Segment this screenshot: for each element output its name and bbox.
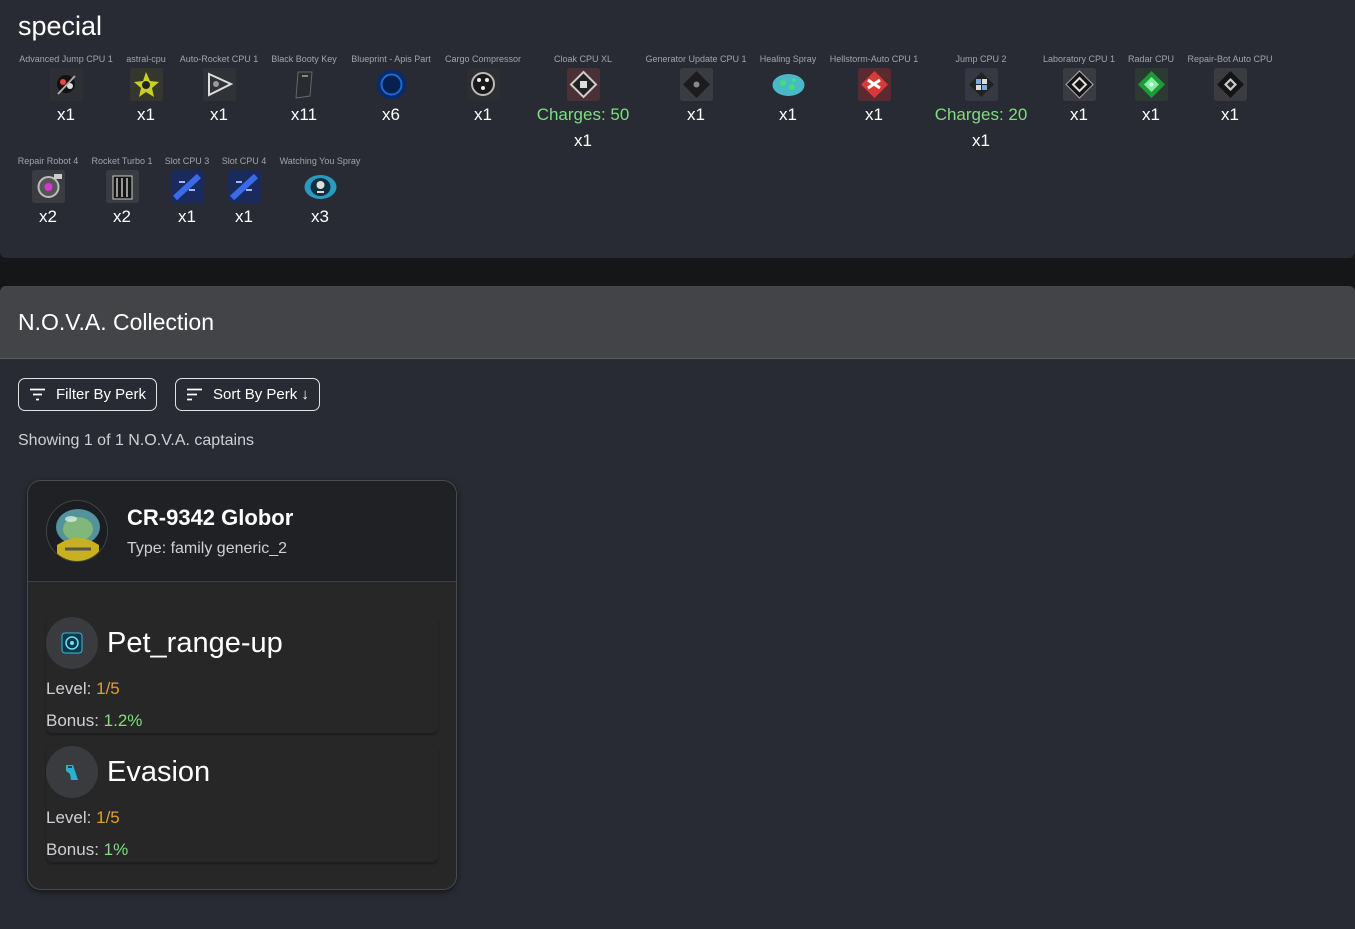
cargo-compressor-icon <box>466 68 500 101</box>
showing-count-text: Showing 1 of 1 N.O.V.A. captains <box>18 432 254 449</box>
nova-collection-panel: N.O.V.A. Collection Filter By Perk Sort … <box>0 286 1355 929</box>
filter-by-perk-button[interactable]: Filter By Perk <box>18 378 158 411</box>
item-quantity: x6 <box>382 105 400 124</box>
repair-robot-icon <box>31 170 65 203</box>
inventory-item[interactable]: Watching You Spray x3 <box>260 156 380 228</box>
item-quantity: x1 <box>574 131 592 150</box>
item-name: Repair-Bot Auto CPU <box>1187 54 1273 64</box>
range-target-icon <box>46 617 98 669</box>
item-name: Cargo Compressor <box>444 54 522 64</box>
item-quantity: x1 <box>1070 105 1088 124</box>
item-quantity: x3 <box>311 207 329 226</box>
item-name: Healing Spray <box>759 54 817 64</box>
item-charges: Charges: 20 <box>934 105 1028 124</box>
item-quantity: x1 <box>779 105 797 124</box>
nova-toolbar: Filter By Perk Sort By Perk ↓ <box>18 378 320 411</box>
auto-rocket-cpu-icon <box>202 68 236 101</box>
inventory-item[interactable]: Repair-Bot Auto CPU x1 <box>1170 54 1290 126</box>
watching-spray-icon <box>304 170 337 203</box>
item-quantity: x1 <box>57 105 75 124</box>
repair-bot-cpu-icon <box>1213 68 1247 101</box>
booty-key-icon <box>288 68 321 101</box>
blueprint-icon <box>375 68 408 101</box>
item-name: Hellstorm-Auto CPU 1 <box>829 54 919 64</box>
item-quantity: x1 <box>235 207 253 226</box>
item-name: Black Booty Key <box>271 54 337 64</box>
perk-bonus-value: 1.2% <box>103 711 143 730</box>
item-name: Watching You Spray <box>279 156 361 166</box>
healing-spray-icon <box>772 68 805 101</box>
astral-cpu-icon <box>129 68 163 101</box>
slot-cpu-icon <box>227 170 261 203</box>
filter-by-perk-label: Filter By Perk <box>56 386 147 403</box>
special-title: special <box>18 11 103 41</box>
item-quantity: x1 <box>210 105 228 124</box>
perk-bonus-label: Bonus: <box>46 711 99 730</box>
perk-bonus: Bonus: 1% <box>46 840 438 862</box>
captain-avatar <box>46 500 108 562</box>
perk-level-label: Level: <box>46 679 92 698</box>
generator-cpu-icon <box>679 68 713 101</box>
filter-icon <box>29 388 46 401</box>
inventory-item[interactable]: Hellstorm-Auto CPU 1 x1 <box>814 54 934 126</box>
item-quantity: x1 <box>1221 105 1239 124</box>
captain-name: CR-9342 Globor <box>127 504 294 530</box>
item-quantity: x2 <box>39 207 57 226</box>
item-name: Jump CPU 2 <box>955 54 1007 64</box>
perk-level-value: 1/5 <box>96 679 120 698</box>
captain-type: Type: family generic_2 <box>127 539 288 557</box>
jump-cpu-icon <box>49 68 83 101</box>
inventory-item[interactable]: Cloak CPU XL Charges: 50 x1 <box>523 54 643 152</box>
item-quantity: x1 <box>865 105 883 124</box>
cloak-cpu-icon <box>566 68 600 101</box>
perk-level-value: 1/5 <box>96 808 120 827</box>
perk-level: Level: 1/5 <box>46 679 438 701</box>
perk-level: Level: 1/5 <box>46 808 438 830</box>
nova-header: N.O.V.A. Collection <box>0 286 1355 359</box>
perk-bonus-label: Bonus: <box>46 840 99 859</box>
item-quantity: x1 <box>687 105 705 124</box>
item-charges: Charges: 50 <box>536 105 630 124</box>
nova-title: N.O.V.A. Collection <box>18 308 215 335</box>
sort-by-perk-button[interactable]: Sort By Perk ↓ <box>175 378 320 411</box>
captain-card[interactable]: CR-9342 Globor Type: family generic_2 Pe… <box>27 480 457 890</box>
perk-bonus: Bonus: 1.2% <box>46 711 438 733</box>
item-quantity: x1 <box>1142 105 1160 124</box>
sort-by-perk-label: Sort By Perk ↓ <box>213 386 309 403</box>
perk-level-label: Level: <box>46 808 92 827</box>
item-name: Cloak CPU XL <box>553 54 613 64</box>
item-name: Radar CPU <box>1127 54 1174 64</box>
item-quantity: x1 <box>137 105 155 124</box>
perk-name: Evasion <box>107 755 211 788</box>
radar-cpu-icon <box>1134 68 1168 101</box>
special-inventory-panel: special Advanced Jump CPU 1 x1 astral-cp… <box>0 0 1355 258</box>
perk-name: Pet_range-up <box>107 626 283 659</box>
item-quantity: x11 <box>290 105 318 124</box>
item-name: Blueprint - Apis Part <box>351 54 431 64</box>
jump-cpu-2-icon <box>964 68 998 101</box>
hellstorm-cpu-icon <box>857 68 891 101</box>
item-quantity: x1 <box>972 131 990 150</box>
perk-item: Pet_range-up Level: 1/5 Bonus: 1.2% <box>46 617 438 734</box>
evasion-icon <box>46 746 98 798</box>
sort-icon <box>186 388 203 401</box>
item-quantity: x1 <box>474 105 492 124</box>
captain-card-header: CR-9342 Globor Type: family generic_2 <box>28 481 456 582</box>
perk-bonus-value: 1% <box>103 840 129 859</box>
perk-item: Evasion Level: 1/5 Bonus: 1% <box>46 746 438 863</box>
